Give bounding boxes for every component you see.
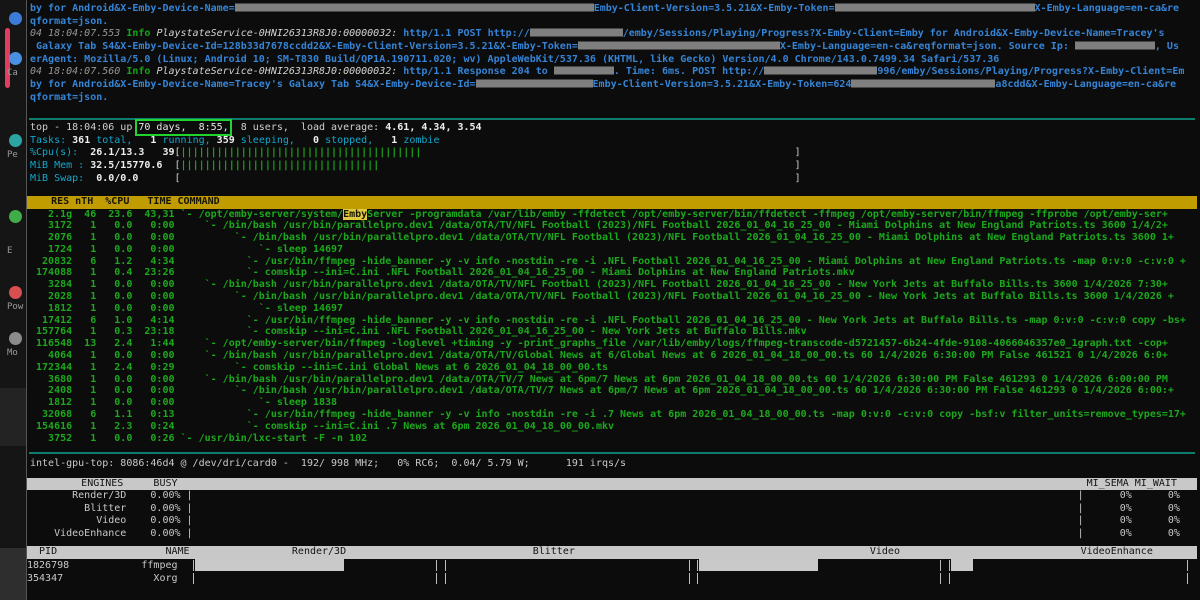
bar-cell-divider <box>949 573 950 584</box>
process-row: 3680 1 0.0 0:00 `- /bin/bash /usr/bin/pa… <box>30 374 1200 386</box>
dock-app-label: Mo <box>7 348 18 358</box>
terminal-window[interactable]: by for Android&X-Emby-Device-Name=Emby-C… <box>26 0 1200 600</box>
bar-cell-divider <box>193 573 194 584</box>
redaction-block <box>835 4 1035 12</box>
redaction-block <box>1075 42 1155 50</box>
gpu-info-line: intel-gpu-top: 8086:46d4 @ /dev/dri/card… <box>30 458 1200 471</box>
redaction-block <box>764 67 877 75</box>
process-row: 1724 1 0.0 0:00 `- sleep 14697 <box>30 244 1200 256</box>
dock-window-fragment <box>0 548 26 600</box>
log-line: qformat=json. <box>30 92 1200 105</box>
process-row: 1812 1 0.0 0:00 `- sleep 14697 <box>30 303 1200 315</box>
gpu-busy-bar <box>195 559 344 572</box>
process-row: 4064 1 0.0 0:00 `- /bin/bash /usr/bin/pa… <box>30 350 1200 362</box>
emby-log: by for Android&X-Emby-Device-Name=Emby-C… <box>30 3 1200 105</box>
dock-app-label: Pe <box>7 150 18 160</box>
process-row: 17412 6 1.0 4:14 `- /usr/bin/ffmpeg -hid… <box>30 315 1200 327</box>
dock-app-label: E <box>7 246 12 256</box>
redaction-block <box>476 80 593 88</box>
process-row: 2076 1 0.0 0:00 `- /bin/bash /usr/bin/pa… <box>30 232 1200 244</box>
gpu-busy-bar <box>951 559 973 572</box>
process-row: 3752 1 0.0 0:26 `- /usr/bin/lxc-start -F… <box>30 433 1200 445</box>
gpu-engines-header-text: ENGINES BUSY MI_SEMA MI_WAIT <box>27 478 1197 491</box>
top-meter-line: MiB Swap: 0.0/0.0 [ ] <box>30 173 1200 186</box>
top-tasks-line: Tasks: 361 total, 1 running, 359 sleepin… <box>30 135 1200 148</box>
log-line: 04 18:04:07.553 Info PlaystateService-0H… <box>30 28 1200 41</box>
process-row: 32068 6 1.1 0:13 `- /usr/bin/ffmpeg -hid… <box>30 409 1200 421</box>
bar-cell-divider <box>940 560 941 571</box>
gpu-clients-header: PID NAME Render/3D Blitter Video VideoEn… <box>27 546 1197 559</box>
gpu-client-row: 354347 Xorg <box>27 572 1197 585</box>
process-table: 2.1g 46 23.6 43,31 `- /opt/emby-server/s… <box>30 209 1200 445</box>
redaction-block <box>530 29 623 37</box>
dock-app-icon[interactable] <box>9 286 22 299</box>
dock-app-icon[interactable] <box>9 12 22 25</box>
dock-app-icon[interactable] <box>9 332 22 345</box>
process-row: 2408 1 0.0 0:00 `- /bin/bash /usr/bin/pa… <box>30 385 1200 397</box>
bar-cell-divider <box>689 573 690 584</box>
dock-window-fragment <box>0 388 26 446</box>
dock-app-label: Pow <box>7 302 23 312</box>
dock-app-icon[interactable] <box>9 134 22 147</box>
log-line: 04 18:04:07.560 Info PlaystateService-0H… <box>30 66 1200 79</box>
dock-app-icon[interactable] <box>9 210 22 223</box>
process-row: 157764 1 0.3 23:18 `- comskip --ini=C.in… <box>30 326 1200 338</box>
process-row: 2028 1 0.0 0:00 `- /bin/bash /usr/bin/pa… <box>30 291 1200 303</box>
gpu-engines-rows: Render/3D 0.00% | | 0% 0% Blitter <box>30 490 1200 541</box>
process-table-header-text: RES nTH %CPU TIME COMMAND <box>27 196 1197 209</box>
process-row: 174088 1 0.4 23:26 `- comskip --ini=C.in… <box>30 267 1200 279</box>
bar-cell-divider <box>949 560 950 571</box>
top-uptime-line: top - 18:04:06 up 70 days, 8:55, 8 users… <box>30 122 1200 135</box>
dock-app-label: Ca <box>7 68 18 78</box>
top-summary: top - 18:04:06 up 70 days, 8:55, 8 users… <box>30 122 1200 185</box>
gpu-engine-row: Blitter 0.00% | | 0% 0% <box>30 503 1200 516</box>
bar-cell-divider <box>193 560 194 571</box>
redaction-block <box>578 42 780 50</box>
process-table-header: RES nTH %CPU TIME COMMAND <box>27 196 1197 209</box>
redaction-block <box>851 80 995 88</box>
gpu-busy-bar <box>699 559 818 572</box>
bar-cell-divider <box>436 560 437 571</box>
log-line: erAgent: Mozilla/5.0 (Linux; Android 10;… <box>30 54 1200 67</box>
gpu-client-name: 354347 Xorg <box>27 572 1197 585</box>
process-row: 172344 1 2.4 0:29 `- comskip --ini=C.ini… <box>30 362 1200 374</box>
bar-cell-divider <box>1187 573 1188 584</box>
process-row: 154616 1 2.3 0:24 `- comskip --ini=C.ini… <box>30 421 1200 433</box>
gpu-engine-row: Render/3D 0.00% | | 0% 0% <box>30 490 1200 503</box>
gpu-clients-header-text: PID NAME Render/3D Blitter Video VideoEn… <box>27 546 1197 559</box>
gpu-engine-row: Video 0.00% | | 0% 0% <box>30 515 1200 528</box>
gpu-client-row: 1826798 ffmpeg <box>27 559 1197 572</box>
redaction-block <box>235 4 594 12</box>
process-row: 116548 13 2.4 1:44 `- /opt/emby-server/b… <box>30 338 1200 350</box>
gpu-monitor: intel-gpu-top: 8086:46d4 @ /dev/dri/card… <box>30 458 1200 471</box>
process-row: 1812 1 0.0 0:00 `- sleep 1838 <box>30 397 1200 409</box>
bar-cell-divider <box>940 573 941 584</box>
top-meter-line: %Cpu(s): 26.1/13.3 39[||||||||||||||||||… <box>30 147 1200 160</box>
redaction-block <box>554 67 614 75</box>
top-meter-line: MiB Mem : 32.5/15770.6 [||||||||||||||||… <box>30 160 1200 173</box>
log-line: by for Android&X-Emby-Device-Name=Tracey… <box>30 79 1200 92</box>
log-line: Galaxy Tab S4&X-Emby-Device-Id=128b33d76… <box>30 41 1200 54</box>
gpu-engines-header: ENGINES BUSY MI_SEMA MI_WAIT <box>27 478 1197 491</box>
separator-top <box>29 118 1195 120</box>
process-row: 2.1g 46 23.6 43,31 `- /opt/emby-server/s… <box>30 209 1200 221</box>
log-line: qformat=json. <box>30 16 1200 29</box>
dock-app-icon[interactable] <box>9 52 22 65</box>
bar-cell-divider <box>445 560 446 571</box>
bar-cell-divider <box>697 560 698 571</box>
process-row: 3284 1 0.0 0:00 `- /bin/bash /usr/bin/pa… <box>30 279 1200 291</box>
bar-cell-divider <box>436 573 437 584</box>
bar-cell-divider <box>689 560 690 571</box>
bar-cell-divider <box>445 573 446 584</box>
bar-cell-divider <box>697 573 698 584</box>
process-row: 3172 1 0.0 0:00 `- /bin/bash /usr/bin/pa… <box>30 220 1200 232</box>
process-row: 20832 6 1.2 4:34 `- /usr/bin/ffmpeg -hid… <box>30 256 1200 268</box>
screen: { "dock": { "accent": {"x":5,"y":28,"w":… <box>0 0 1200 600</box>
separator-bottom <box>29 452 1195 454</box>
gpu-engine-row: VideoEnhance 0.00% | | 0% 0% <box>30 528 1200 541</box>
bar-cell-divider <box>1187 560 1188 571</box>
dock-strip: Ca Pe E Pow Mo <box>0 0 26 600</box>
log-line: by for Android&X-Emby-Device-Name=Emby-C… <box>30 3 1200 16</box>
